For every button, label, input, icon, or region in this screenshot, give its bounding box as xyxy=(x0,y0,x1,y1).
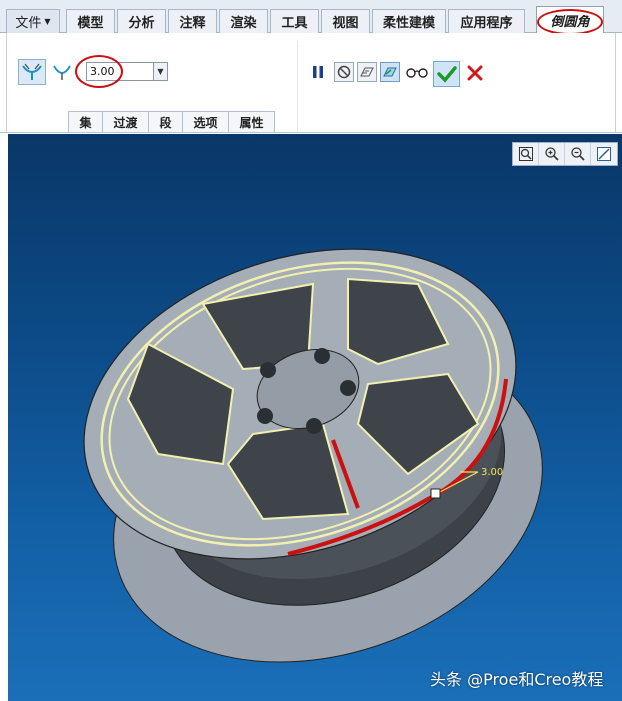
zoom-in-button[interactable] xyxy=(539,143,565,165)
tab-view-label: 视图 xyxy=(332,16,359,31)
transition-mode-icon xyxy=(53,65,71,80)
tab-applications[interactable]: 应用程序 xyxy=(448,9,525,33)
panel-tab-transitions[interactable]: 过渡 xyxy=(102,111,149,132)
tab-view[interactable]: 视图 xyxy=(321,9,370,33)
live-preview-icon xyxy=(383,67,397,77)
tab-analysis-label: 分析 xyxy=(128,16,155,31)
panel-tab-sets-label: 集 xyxy=(79,115,92,130)
tab-render[interactable]: 渲染 xyxy=(219,9,268,33)
refit-icon xyxy=(518,147,533,161)
ok-button[interactable] xyxy=(433,61,460,87)
tab-round-label: 倒圆角 xyxy=(550,15,590,30)
no-preview-button[interactable] xyxy=(334,62,354,82)
panel-tab-properties-label: 属性 xyxy=(239,115,264,130)
dimension-label[interactable]: 3.00 xyxy=(481,467,503,478)
panel-tab-options-label: 选项 xyxy=(193,115,218,130)
tab-model-label: 模型 xyxy=(77,16,104,31)
glasses-icon xyxy=(406,68,428,78)
ribbon-tab-bar: 文件 ▼ 模型 分析 注释 渲染 工具 视图 柔性建模 应用程序 倒圆角 xyxy=(0,0,622,35)
set-mode-button[interactable] xyxy=(18,59,46,85)
tab-flexible-modeling-label: 柔性建模 xyxy=(382,16,435,31)
tab-render-label: 渲染 xyxy=(230,16,257,31)
radius-value-input[interactable] xyxy=(86,62,154,81)
live-preview-button[interactable] xyxy=(380,62,400,82)
repaint-icon xyxy=(597,147,611,161)
set-mode-icon xyxy=(22,63,42,80)
refit-button[interactable] xyxy=(513,143,539,165)
zoom-out-icon xyxy=(570,147,585,161)
dashboard-separator xyxy=(297,41,298,131)
tab-tools[interactable]: 工具 xyxy=(270,9,319,33)
tab-round[interactable]: 倒圆角 xyxy=(536,6,604,34)
chevron-down-icon: ▼ xyxy=(157,67,164,76)
tab-analysis[interactable]: 分析 xyxy=(117,9,166,33)
dashboard-panel-tabs: 集 过渡 段 选项 属性 xyxy=(68,111,275,132)
tab-file[interactable]: 文件 ▼ xyxy=(6,9,60,33)
tab-annotate-label: 注释 xyxy=(179,16,206,31)
panel-tab-options[interactable]: 选项 xyxy=(182,111,229,132)
graphics-viewport[interactable]: 3.00 头条 @Proe和Creo教程 xyxy=(8,134,622,701)
view-toolbar xyxy=(512,142,618,166)
panel-tab-pieces-label: 段 xyxy=(159,115,172,130)
tab-file-label: 文件 xyxy=(15,16,42,31)
tab-flexible-modeling[interactable]: 柔性建模 xyxy=(372,9,446,33)
zoom-in-icon xyxy=(544,147,559,161)
zoom-out-button[interactable] xyxy=(565,143,591,165)
tab-tools-label: 工具 xyxy=(281,16,308,31)
tab-annotate[interactable]: 注释 xyxy=(168,9,217,33)
pause-icon xyxy=(313,66,323,78)
tab-model[interactable]: 模型 xyxy=(66,9,115,33)
cancel-button[interactable] xyxy=(465,63,485,83)
pause-button[interactable] xyxy=(310,63,326,81)
cancel-x-icon xyxy=(467,65,483,81)
verify-preview-button[interactable] xyxy=(357,62,377,82)
repaint-button[interactable] xyxy=(591,143,617,165)
panel-tab-sets[interactable]: 集 xyxy=(68,111,103,132)
checkmark-icon xyxy=(436,66,457,83)
watermark-text: 头条 @Proe和Creo教程 xyxy=(430,670,604,689)
glasses-preview-button[interactable] xyxy=(405,62,429,82)
panel-tab-transitions-label: 过渡 xyxy=(113,115,138,130)
verify-preview-icon xyxy=(360,67,374,77)
no-preview-icon xyxy=(337,65,351,79)
chevron-down-icon: ▼ xyxy=(44,17,51,26)
panel-tab-pieces[interactable]: 段 xyxy=(148,111,183,132)
tab-applications-label: 应用程序 xyxy=(460,16,513,31)
wheel-model[interactable] xyxy=(8,134,622,701)
transition-mode-button[interactable] xyxy=(52,61,72,83)
round-dashboard: ▼ 集 过渡 段 选项 属性 xyxy=(0,33,622,133)
panel-tab-properties[interactable]: 属性 xyxy=(228,111,275,132)
radius-dropdown-button[interactable]: ▼ xyxy=(154,62,168,81)
